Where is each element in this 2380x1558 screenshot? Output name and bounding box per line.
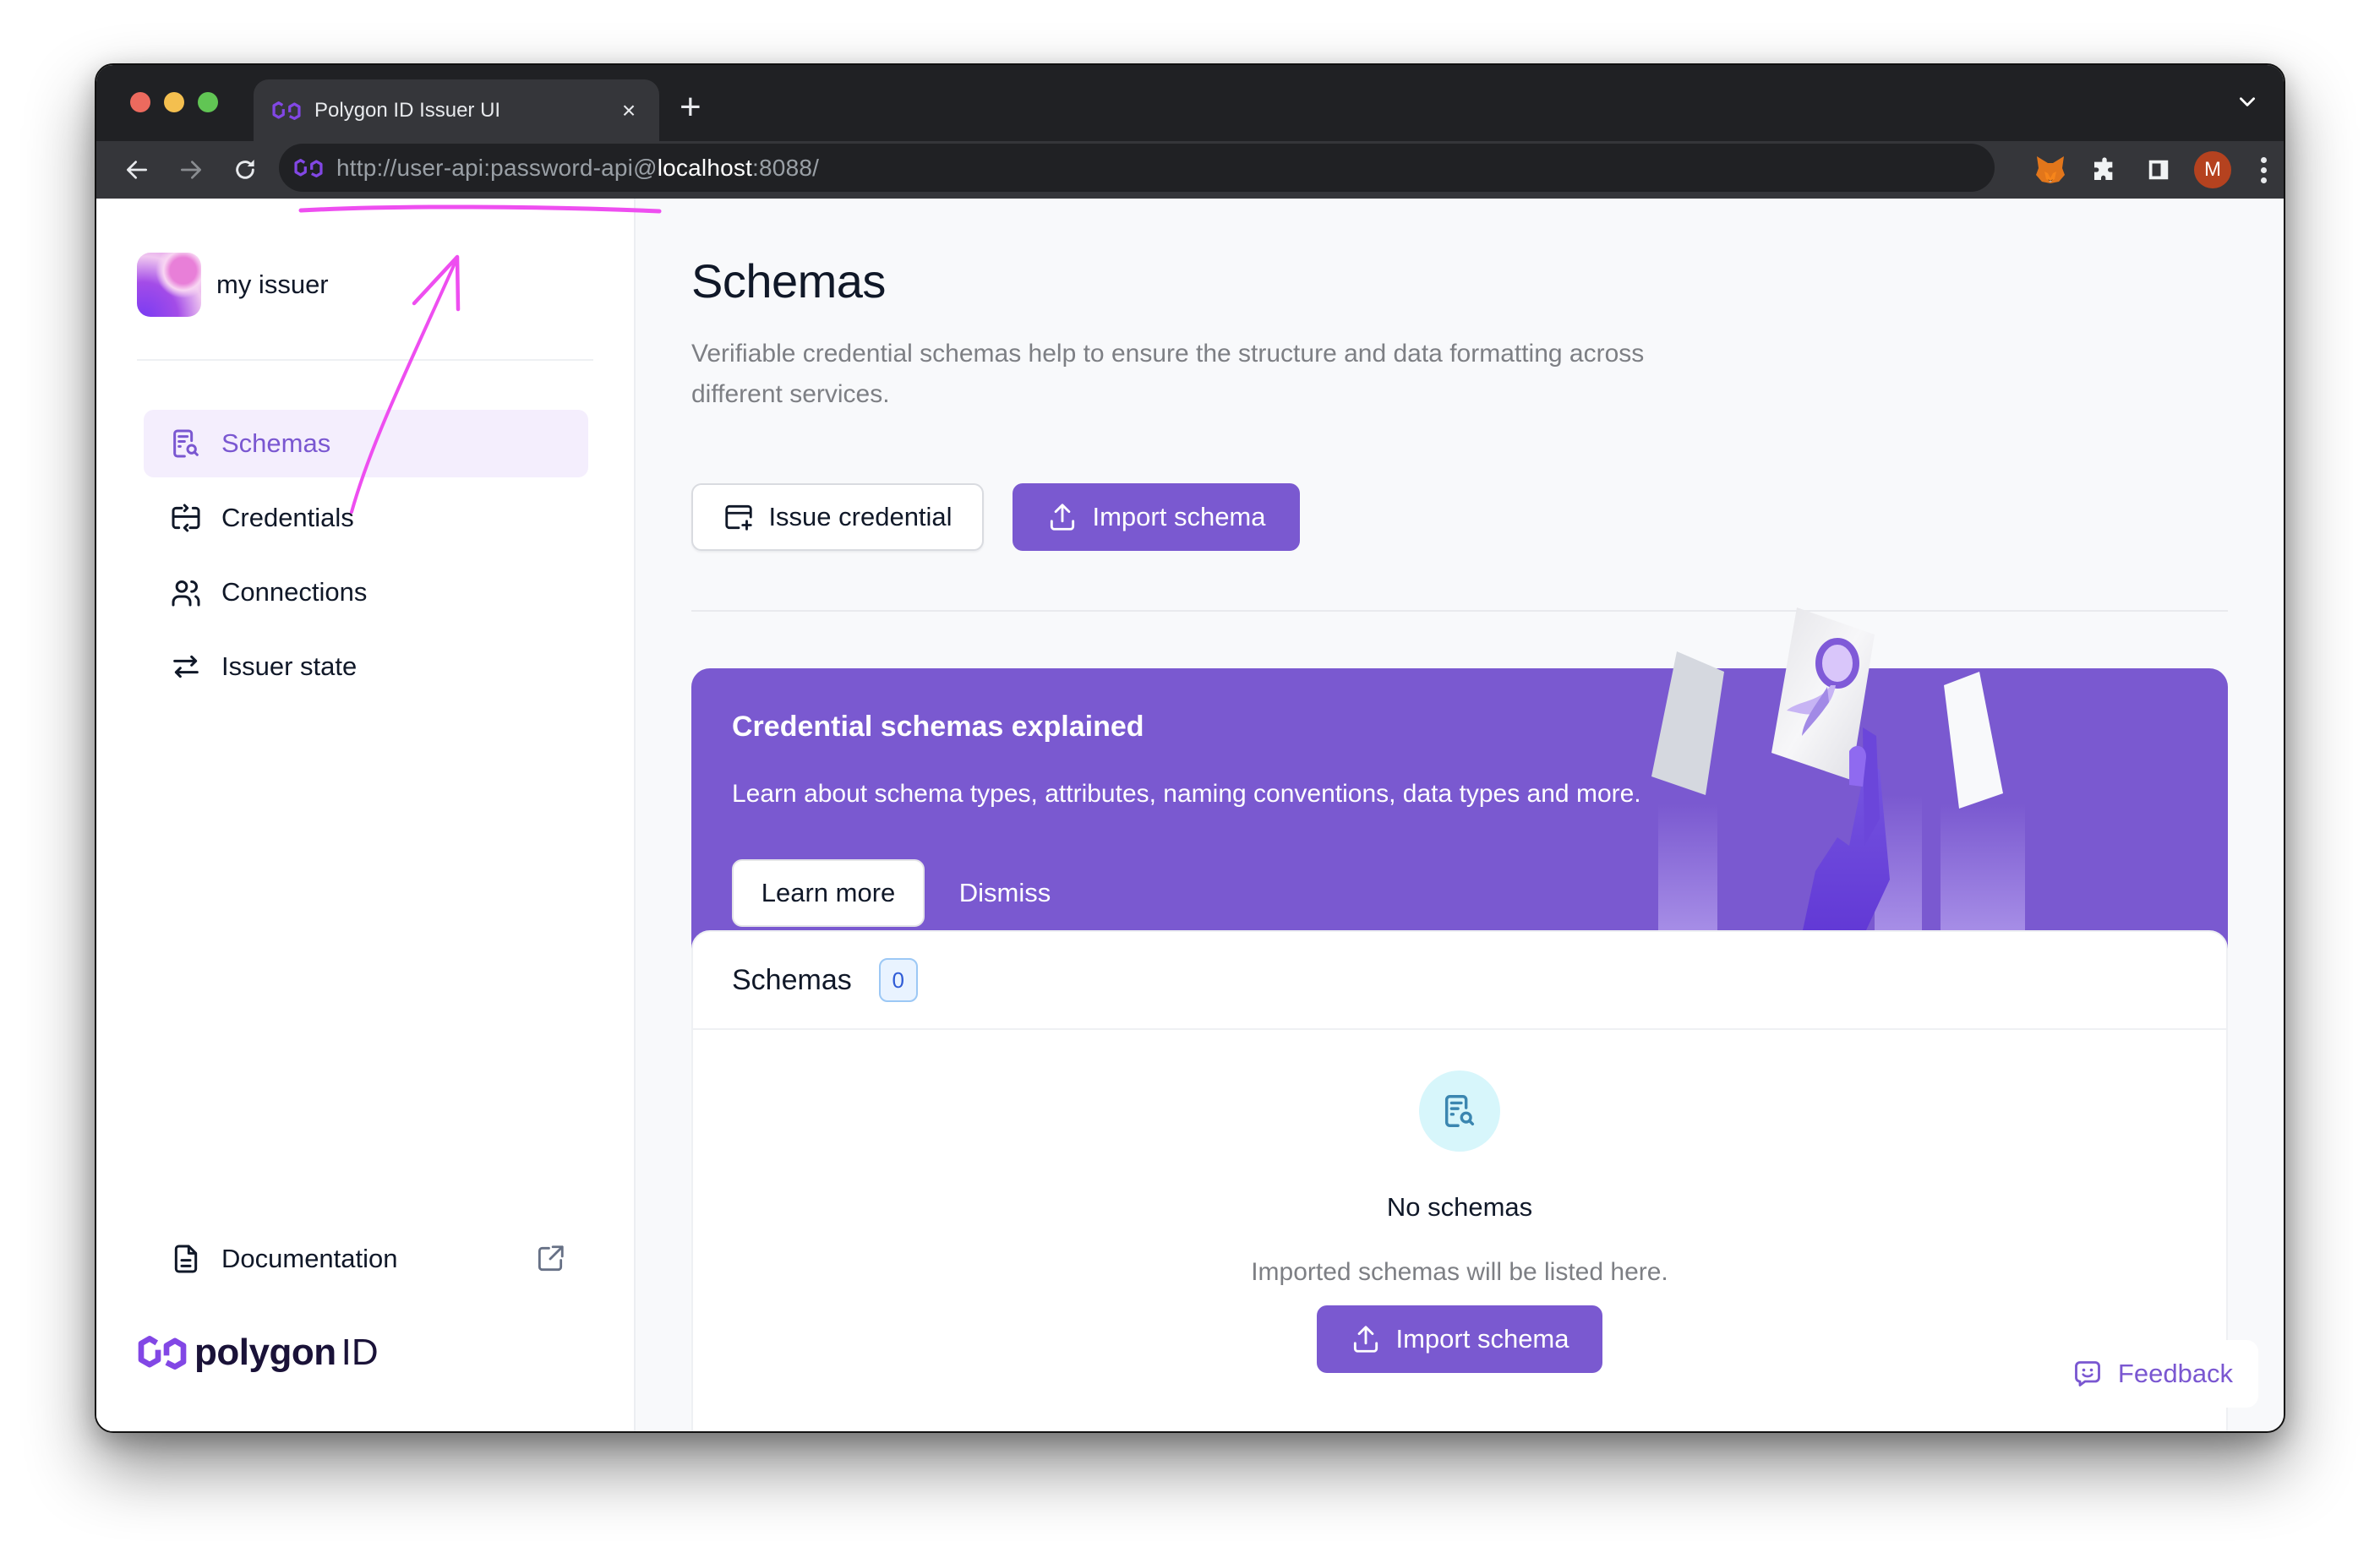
- forward-button[interactable]: [174, 153, 208, 187]
- issuer-name: my issuer: [216, 270, 329, 299]
- polygon-id-logo: polygon ID: [137, 1329, 379, 1376]
- issuer-avatar: [137, 253, 201, 317]
- page-description: Verifiable credential schemas help to en…: [691, 340, 1645, 408]
- tab-close-button[interactable]: ×: [617, 97, 641, 124]
- sidebar-item-label: Credentials: [221, 503, 354, 532]
- kebab-menu-icon: [2260, 156, 2267, 183]
- maximize-window-button[interactable]: [198, 92, 218, 112]
- extensions-button[interactable]: [2086, 151, 2123, 188]
- empty-state-subtitle: Imported schemas will be listed here.: [1251, 1258, 1668, 1286]
- browser-toolbar: http://user-api:password-api@ localhost:8…: [96, 141, 2284, 199]
- url-suffix: :8088/: [752, 154, 820, 181]
- document-icon: [174, 1245, 198, 1273]
- empty-state-icon-wrap: [1419, 1070, 1500, 1152]
- banner-text: Learn about schema types, attributes, na…: [732, 780, 1641, 808]
- url-host: localhost: [657, 154, 753, 181]
- reload-button[interactable]: [228, 153, 262, 187]
- tab-title: Polygon ID Issuer UI: [314, 98, 501, 122]
- metamask-fox-icon: [2036, 156, 2065, 183]
- polygon-logo-icon: [272, 101, 301, 120]
- credentials-swap-icon: [172, 504, 200, 532]
- credential-add-icon: [725, 504, 753, 531]
- sidebar-item-label: Connections: [221, 577, 368, 607]
- schemas-card: Schemas 0 No schemas Imported schemas wi…: [691, 930, 2228, 1431]
- sidebar-item-credentials[interactable]: Credentials: [144, 484, 588, 552]
- brand-suffix: ID: [341, 1332, 379, 1373]
- documentation-label: Documentation: [221, 1244, 398, 1273]
- arrows-exchange-icon: [173, 655, 199, 678]
- import-schema-label: Import schema: [1395, 1324, 1569, 1354]
- page-title: Schemas: [691, 254, 886, 308]
- sidebar-item-connections[interactable]: Connections: [144, 558, 588, 626]
- upload-icon: [1354, 1326, 1378, 1353]
- schema-search-icon: [173, 429, 199, 458]
- brand-word: polygon: [194, 1332, 336, 1373]
- learn-more-button[interactable]: Learn more: [732, 859, 925, 927]
- tab-polygon-id-issuer-ui[interactable]: Polygon ID Issuer UI ×: [254, 79, 659, 141]
- issue-credential-label: Issue credential: [768, 502, 953, 531]
- url-prefix: http://user-api:password-api@: [336, 154, 658, 181]
- polygon-logo-icon: [294, 158, 323, 177]
- sidebar-divider: [137, 359, 593, 361]
- issuer-identity[interactable]: my issuer: [137, 253, 329, 317]
- schema-search-icon: [1444, 1095, 1475, 1127]
- reload-icon: [236, 160, 254, 179]
- sidebar: my issuer Schemas Credentials Connection…: [96, 199, 636, 1431]
- browser-window: Polygon ID Issuer UI × + http://user-api…: [95, 63, 2285, 1433]
- external-link-icon: [538, 1245, 564, 1272]
- schemas-card-header: Schemas 0: [693, 932, 2226, 1030]
- back-button[interactable]: [120, 153, 154, 187]
- new-tab-button[interactable]: +: [680, 82, 701, 133]
- browser-menu-button[interactable]: [2245, 151, 2282, 188]
- documentation-link[interactable]: Documentation: [144, 1229, 588, 1288]
- users-icon: [172, 580, 200, 607]
- profile-button[interactable]: M: [2194, 151, 2231, 188]
- dismiss-button[interactable]: Dismiss: [942, 859, 1068, 927]
- issue-credential-button[interactable]: Issue credential: [691, 483, 984, 551]
- smiley-chat-icon: [2074, 1361, 2100, 1386]
- import-schema-button[interactable]: Import schema: [1013, 483, 1300, 551]
- page-content: my issuer Schemas Credentials Connection…: [96, 199, 2284, 1431]
- import-schema-empty-button[interactable]: Import schema: [1317, 1305, 1602, 1373]
- arrow-left-icon: [127, 161, 147, 179]
- puzzle-icon: [2094, 157, 2113, 180]
- tab-strip: Polygon ID Issuer UI × +: [96, 65, 2284, 141]
- import-schema-label: Import schema: [1092, 502, 1266, 531]
- sidebar-item-schemas[interactable]: Schemas: [144, 410, 588, 477]
- chevron-down-icon[interactable]: [2236, 90, 2258, 112]
- arrow-right-icon: [181, 161, 201, 179]
- polygon-logo-icon: [138, 1336, 187, 1370]
- metamask-extension-button[interactable]: [2032, 151, 2069, 188]
- window-controls: [130, 92, 218, 112]
- sidebar-item-label: Issuer state: [221, 651, 358, 681]
- feedback-button[interactable]: Feedback: [2047, 1340, 2258, 1408]
- close-window-button[interactable]: [130, 92, 150, 112]
- sidepanel-icon: [2148, 160, 2169, 180]
- profile-avatar: M: [2194, 151, 2231, 188]
- side-panel-button[interactable]: [2140, 151, 2177, 188]
- info-banner: Credential schemas explained Learn about…: [691, 607, 2228, 989]
- credential-hand-illustration: [1651, 607, 2025, 989]
- address-bar[interactable]: http://user-api:password-api@ localhost:8…: [279, 144, 1995, 192]
- minimize-window-button[interactable]: [164, 92, 184, 112]
- sidebar-item-label: Schemas: [221, 428, 331, 458]
- main-panel: Schemas Verifiable credential schemas he…: [636, 199, 2284, 1431]
- feedback-label: Feedback: [2117, 1359, 2234, 1388]
- schemas-count-badge: 0: [878, 958, 918, 1002]
- schemas-card-title: Schemas: [732, 963, 852, 996]
- empty-state-title: No schemas: [1386, 1192, 1533, 1222]
- banner-title: Credential schemas explained: [732, 711, 1144, 743]
- sidebar-item-issuer-state[interactable]: Issuer state: [144, 633, 588, 700]
- upload-icon: [1051, 504, 1075, 531]
